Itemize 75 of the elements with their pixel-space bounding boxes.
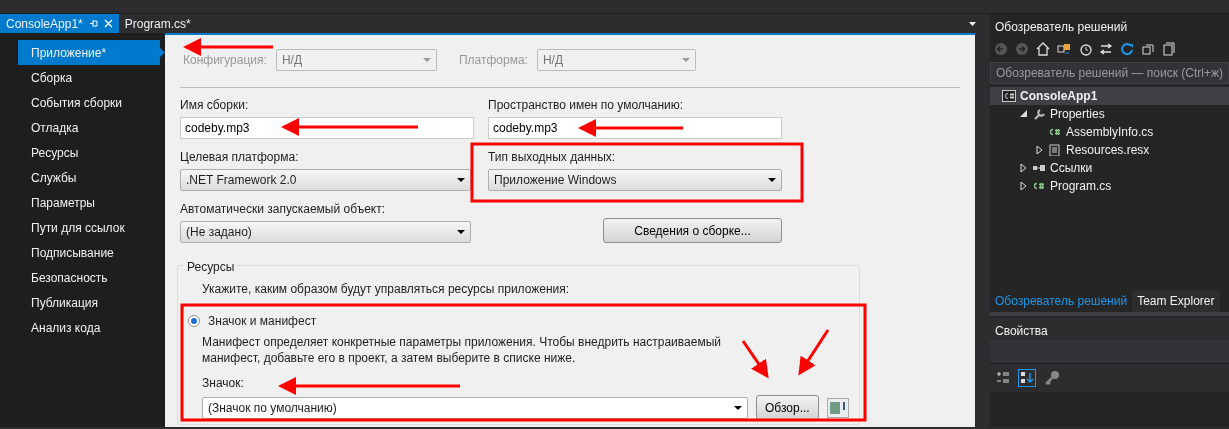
close-icon[interactable] [103,19,113,28]
nav-item[interactable]: Пути для ссылок [18,215,165,240]
csharp-file-icon [1032,180,1046,192]
pin-icon[interactable] [88,19,98,28]
nav-item[interactable]: Безопасность [18,265,165,290]
nav-item[interactable]: Службы [18,165,165,190]
panel-tab[interactable]: Team Explorer [1132,290,1220,312]
collapsed-arrow-icon[interactable] [1035,146,1043,154]
key-icon[interactable] [1044,370,1060,386]
document-tab[interactable]: Program.cs* [118,14,197,33]
refresh-icon[interactable] [1120,42,1134,56]
tree-item[interactable]: ConsoleApp1 [990,87,1229,105]
sync-icon[interactable] [1057,42,1071,56]
document-tab[interactable]: ConsoleApp1* [0,14,119,33]
nav-item[interactable]: Параметры [18,190,165,215]
field-label: Целевая платформа: [180,149,299,166]
nav-item[interactable]: Приложение* [18,40,165,65]
dropdown-arrow-icon[interactable] [734,405,742,410]
wrench-icon [1032,108,1046,120]
tree-item[interactable]: Program.cs [990,177,1229,195]
panel-tab[interactable]: Обозреватель решений [990,290,1133,312]
nav-item[interactable]: Публикация [18,290,165,315]
swap-icon[interactable] [1099,42,1113,56]
nav-item[interactable]: Анализ кода [18,315,165,340]
home-icon[interactable] [1036,42,1050,56]
collapse-icon[interactable] [1141,42,1155,56]
references-icon [1032,162,1046,174]
field-label: Тип выходных данных: [488,149,616,166]
resource-file-icon [1048,144,1062,156]
radio-button[interactable] [188,315,200,327]
panel-title: Свойства [990,318,1229,340]
dropdown-caret-icon[interactable] [969,21,976,26]
dropdown[interactable]: (Не задано) [180,221,471,243]
tree-item[interactable]: AssemblyInfo.cs [990,123,1229,141]
nav-item[interactable]: Сборка [18,65,165,90]
dropdown[interactable]: .NET Framework 2.0 [180,169,471,191]
text-field[interactable]: codeby.mp3 [488,117,782,139]
nav-item[interactable]: Подписывание [18,240,165,265]
assembly-info-button[interactable]: Сведения о сборке... [603,218,782,243]
nav-item[interactable]: События сборки [18,90,165,115]
description-text: Манифест определяет конкретные параметры приложения. Чтобы внедрить настраиваемый манифест, добавьте его в проект, а затем выберите в списке ниже. [202,334,722,366]
field-label: Пространство имен по умолчанию: [488,97,684,114]
sort-alphabetical-icon[interactable] [1018,369,1036,387]
copy-icon[interactable] [1162,42,1176,56]
text-field[interactable]: codeby.mp3 [180,117,474,139]
hint-text: Укажите, каким образом будут управляться ресурсы приложения: [202,281,571,298]
collapsed-arrow-icon[interactable] [1019,182,1027,190]
nav-item[interactable]: Ресурсы [18,140,165,165]
icon-preview-icon [826,397,849,418]
dropdown-arrow-icon[interactable] [768,178,776,182]
tree-item[interactable]: Ссылки [990,159,1229,177]
tree-item[interactable]: Properties [990,105,1229,123]
expanded-arrow-icon[interactable] [1019,110,1027,118]
field-label: Платформа: [458,52,528,69]
field-label: Автоматически запускаемый объект: [180,201,386,218]
search-field[interactable]: Обозреватель решений — поиск (Ctrl+ж) [990,62,1229,84]
categorized-icon[interactable] [996,371,1010,385]
dropdown[interactable]: Приложение Windows [488,169,782,191]
field-label: Конфигурация: [183,52,267,69]
dropdown-arrow-icon[interactable] [457,178,465,182]
tree-item[interactable]: Resources.resx [990,141,1229,159]
field-label: Имя сборки: [180,97,249,114]
browse-button[interactable]: Обзор... [756,395,819,420]
dropdown-arrow-icon[interactable] [457,230,465,234]
csharp-file-icon [1048,126,1062,138]
history-icon[interactable] [1078,42,1092,56]
radio-option[interactable]: Значок и манифест [188,312,859,330]
field-label: Значок: [202,375,244,392]
annotation-arrow [798,329,830,376]
panel-title: Обозреватель решений [994,19,1129,36]
nav-item[interactable]: Отладка [18,115,165,140]
dropdown[interactable]: (Значок по умолчанию) [202,396,748,419]
collapsed-arrow-icon[interactable] [1019,164,1027,172]
annotation-arrow [741,340,769,379]
project-icon [1002,90,1016,102]
